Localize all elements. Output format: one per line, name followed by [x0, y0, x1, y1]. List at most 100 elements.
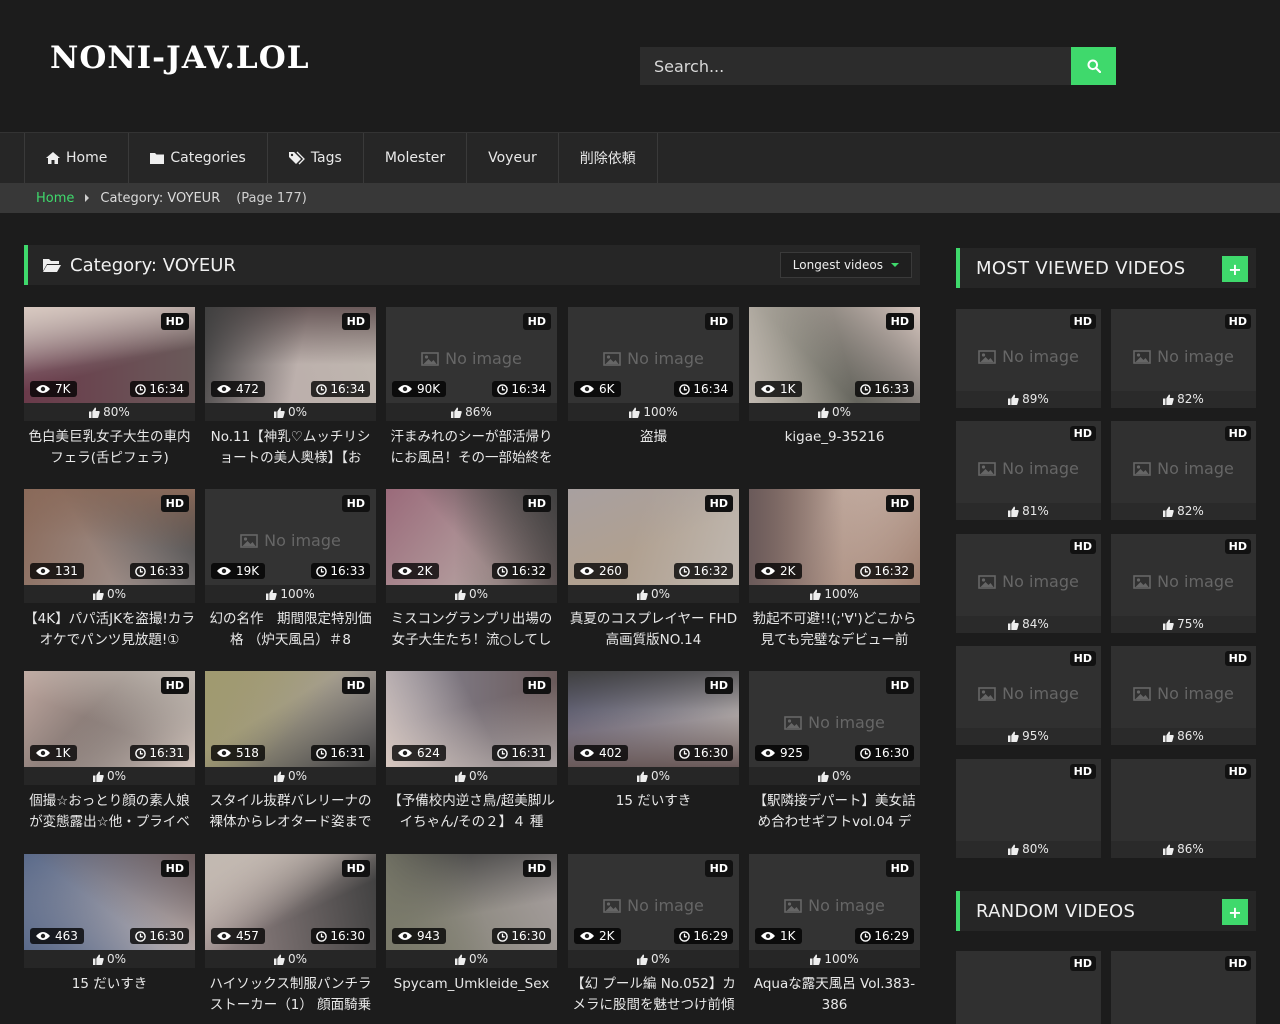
video-thumbnail[interactable]: No image HD — [1111, 646, 1256, 728]
video-card[interactable]: HD 1K 16:33 0% kigae_9-35216 — [749, 307, 920, 477]
video-title[interactable]: 15 だいすき — [568, 791, 739, 833]
site-logo[interactable]: NONI-JAV.LOL — [50, 40, 310, 76]
random-video-card[interactable]: HD — [956, 951, 1101, 1024]
search-button[interactable] — [1071, 47, 1116, 85]
search-input[interactable] — [640, 47, 1071, 85]
video-title[interactable]: 【4K】パパ活JKを盗撮!カラオケでパンツ見放題!① — [24, 609, 195, 651]
video-title[interactable]: 15 だいすき — [24, 974, 195, 1016]
plus-icon[interactable]: + — [1222, 899, 1248, 925]
video-thumbnail[interactable]: HD — [1111, 951, 1256, 1024]
video-thumbnail[interactable]: No image HD — [956, 534, 1101, 616]
video-thumbnail[interactable]: HD 472 16:34 — [205, 307, 376, 403]
video-thumbnail[interactable]: No image HD — [1111, 309, 1256, 391]
nav-item-home[interactable]: Home — [25, 133, 130, 183]
video-thumbnail[interactable]: HD 2K 16:32 — [749, 489, 920, 585]
video-card[interactable]: HD 402 16:30 0% 15 だいすき — [568, 671, 739, 841]
video-thumbnail[interactable]: No image HD — [1111, 421, 1256, 503]
video-title[interactable]: 個撮☆おっとり顔の素人娘が変態露出☆他・プライベ — [24, 791, 195, 833]
most-viewed-card[interactable]: HD 80% — [956, 759, 1101, 858]
video-card[interactable]: HD 457 16:30 0% ハイソックス制服パンチラストーカー（1） 顔面騎乗 — [205, 854, 376, 1024]
video-thumbnail[interactable]: HD 624 16:31 — [386, 671, 557, 767]
video-thumbnail[interactable]: HD 1K 16:33 — [749, 307, 920, 403]
video-thumbnail[interactable]: HD — [956, 759, 1101, 841]
video-title[interactable]: 【予備校内逆さ鳥/超美脚ルイちゃん/その２】４ 種 — [386, 791, 557, 833]
video-thumbnail[interactable]: No image HD — [1111, 534, 1256, 616]
video-title[interactable]: 真夏のコスプレイヤー FHD高画質版NO.14 — [568, 609, 739, 651]
video-title[interactable]: スタイル抜群バレリーナの裸体からレオタード姿まで — [205, 791, 376, 833]
breadcrumb-home-link[interactable]: Home — [36, 191, 74, 206]
most-viewed-card[interactable]: No image HD 95% — [956, 646, 1101, 745]
video-thumbnail[interactable]: No image HD 2K 16:29 — [568, 854, 739, 950]
most-viewed-card[interactable]: No image HD 82% — [1111, 309, 1256, 408]
video-card[interactable]: No image HD 90K 16:34 86% 汗まみれのシーが部活帰りにお風呂！その… — [386, 307, 557, 477]
video-thumbnail[interactable]: HD 131 16:33 — [24, 489, 195, 585]
random-video-card[interactable]: HD — [1111, 951, 1256, 1024]
video-card[interactable]: No image HD 925 16:30 0% 【駅隣接デパート】美女詰め合わせギフトv… — [749, 671, 920, 841]
video-title[interactable]: 【駅隣接デパート】美女詰め合わせギフトvol.04 デ — [749, 791, 920, 833]
most-viewed-card[interactable]: No image HD 81% — [956, 421, 1101, 520]
video-thumbnail[interactable]: HD — [1111, 759, 1256, 841]
video-title[interactable]: Aquaな露天風呂 Vol.383-386 — [749, 974, 920, 1016]
most-viewed-card[interactable]: No image HD 84% — [956, 534, 1101, 633]
video-title[interactable]: ミスコングランプリ出場の女子大生たち！流○してし — [386, 609, 557, 651]
video-title[interactable]: 勃起不可避!!(;'∀')どこから見ても完璧なデビュー前 — [749, 609, 920, 651]
video-title[interactable]: ハイソックス制服パンチラストーカー（1） 顔面騎乗 — [205, 974, 376, 1016]
nav-item-removal-request[interactable]: 削除依頼 — [559, 133, 658, 183]
sort-dropdown[interactable]: Longest videos — [779, 252, 912, 278]
video-thumbnail[interactable]: HD 457 16:30 — [205, 854, 376, 950]
video-thumbnail[interactable]: No image HD — [956, 309, 1101, 391]
video-card[interactable]: HD 7K 16:34 80% 色白美巨乳女子大生の車内フェラ(舌ピフェラ) — [24, 307, 195, 477]
nav-item-categories[interactable]: Categories — [129, 133, 268, 183]
video-title[interactable]: kigae_9-35216 — [749, 427, 920, 469]
video-thumbnail[interactable]: HD 2K 16:32 — [386, 489, 557, 585]
video-thumbnail[interactable]: HD 1K 16:31 — [24, 671, 195, 767]
video-thumbnail[interactable]: HD 463 16:30 — [24, 854, 195, 950]
video-thumbnail[interactable]: HD 7K 16:34 — [24, 307, 195, 403]
video-card[interactable]: HD 260 16:32 0% 真夏のコスプレイヤー FHD高画質版NO.14 — [568, 489, 739, 659]
thumbs-up-icon — [454, 954, 466, 965]
most-viewed-card[interactable]: No image HD 86% — [1111, 646, 1256, 745]
video-thumbnail[interactable]: HD 518 16:31 — [205, 671, 376, 767]
video-card[interactable]: HD 518 16:31 0% スタイル抜群バレリーナの裸体からレオタード姿まで — [205, 671, 376, 841]
thumbs-up-icon — [266, 589, 278, 600]
nav-item-tags[interactable]: Tags — [268, 133, 364, 183]
video-card[interactable]: No image HD 19K 16:33 100% 幻の名作 期間限定特別価格 （炉天風… — [205, 489, 376, 659]
video-thumbnail[interactable]: HD — [956, 951, 1101, 1024]
video-title[interactable]: No.11【神乳♡ムッチリショートの美人奥様】【お — [205, 427, 376, 469]
video-title[interactable]: 【幻 プール編 No.052】カメラに股間を魅せつけ前傾 — [568, 974, 739, 1016]
video-thumbnail[interactable]: No image HD 19K 16:33 — [205, 489, 376, 585]
video-card[interactable]: HD 472 16:34 0% No.11【神乳♡ムッチリショートの美人奥様】【お — [205, 307, 376, 477]
most-viewed-card[interactable]: HD 86% — [1111, 759, 1256, 858]
video-thumbnail[interactable]: HD 943 16:30 — [386, 854, 557, 950]
video-card[interactable]: HD 2K 16:32 100% 勃起不可避!!(;'∀')どこから見ても完璧なデビュー… — [749, 489, 920, 659]
nav-item-voyeur[interactable]: Voyeur — [467, 133, 559, 183]
video-title[interactable]: 盗撮 — [568, 427, 739, 469]
video-card[interactable]: HD 943 16:30 0% Spycam_Umkleide_Sex — [386, 854, 557, 1024]
video-thumbnail[interactable]: No image HD 925 16:30 — [749, 671, 920, 767]
nav-item-molester[interactable]: Molester — [364, 133, 468, 183]
video-thumbnail[interactable]: No image HD — [956, 646, 1101, 728]
video-title[interactable]: 汗まみれのシーが部活帰りにお風呂！その一部始終を — [386, 427, 557, 469]
plus-icon[interactable]: + — [1222, 256, 1248, 282]
video-card[interactable]: HD 463 16:30 0% 15 だいすき — [24, 854, 195, 1024]
video-title[interactable]: 色白美巨乳女子大生の車内フェラ(舌ピフェラ) — [24, 427, 195, 469]
video-card[interactable]: No image HD 1K 16:29 100% Aquaな露天風呂 Vol.383-3… — [749, 854, 920, 1024]
video-title[interactable]: Spycam_Umkleide_Sex — [386, 974, 557, 1016]
video-card[interactable]: No image HD 2K 16:29 0% 【幻 プール編 No.052】カメラに股間… — [568, 854, 739, 1024]
video-thumbnail[interactable]: No image HD 6K 16:34 — [568, 307, 739, 403]
video-card[interactable]: HD 1K 16:31 0% 個撮☆おっとり顔の素人娘が変態露出☆他・プライベ — [24, 671, 195, 841]
most-viewed-card[interactable]: No image HD 82% — [1111, 421, 1256, 520]
video-title[interactable]: 幻の名作 期間限定特別価格 （炉天風呂）＃8 — [205, 609, 376, 651]
video-card[interactable]: HD 624 16:31 0% 【予備校内逆さ鳥/超美脚ルイちゃん/その２】４ 種 — [386, 671, 557, 841]
thumbs-up-icon — [817, 407, 829, 418]
video-thumbnail[interactable]: HD 402 16:30 — [568, 671, 739, 767]
video-card[interactable]: HD 2K 16:32 0% ミスコングランプリ出場の女子大生たち！流○してし — [386, 489, 557, 659]
video-card[interactable]: HD 131 16:33 0% 【4K】パパ活JKを盗撮!カラオケでパンツ見放題!① — [24, 489, 195, 659]
video-thumbnail[interactable]: No image HD 90K 16:34 — [386, 307, 557, 403]
video-card[interactable]: No image HD 6K 16:34 100% 盗撮 — [568, 307, 739, 477]
most-viewed-card[interactable]: No image HD 89% — [956, 309, 1101, 408]
most-viewed-card[interactable]: No image HD 75% — [1111, 534, 1256, 633]
video-thumbnail[interactable]: No image HD — [956, 421, 1101, 503]
video-thumbnail[interactable]: No image HD 1K 16:29 — [749, 854, 920, 950]
video-thumbnail[interactable]: HD 260 16:32 — [568, 489, 739, 585]
